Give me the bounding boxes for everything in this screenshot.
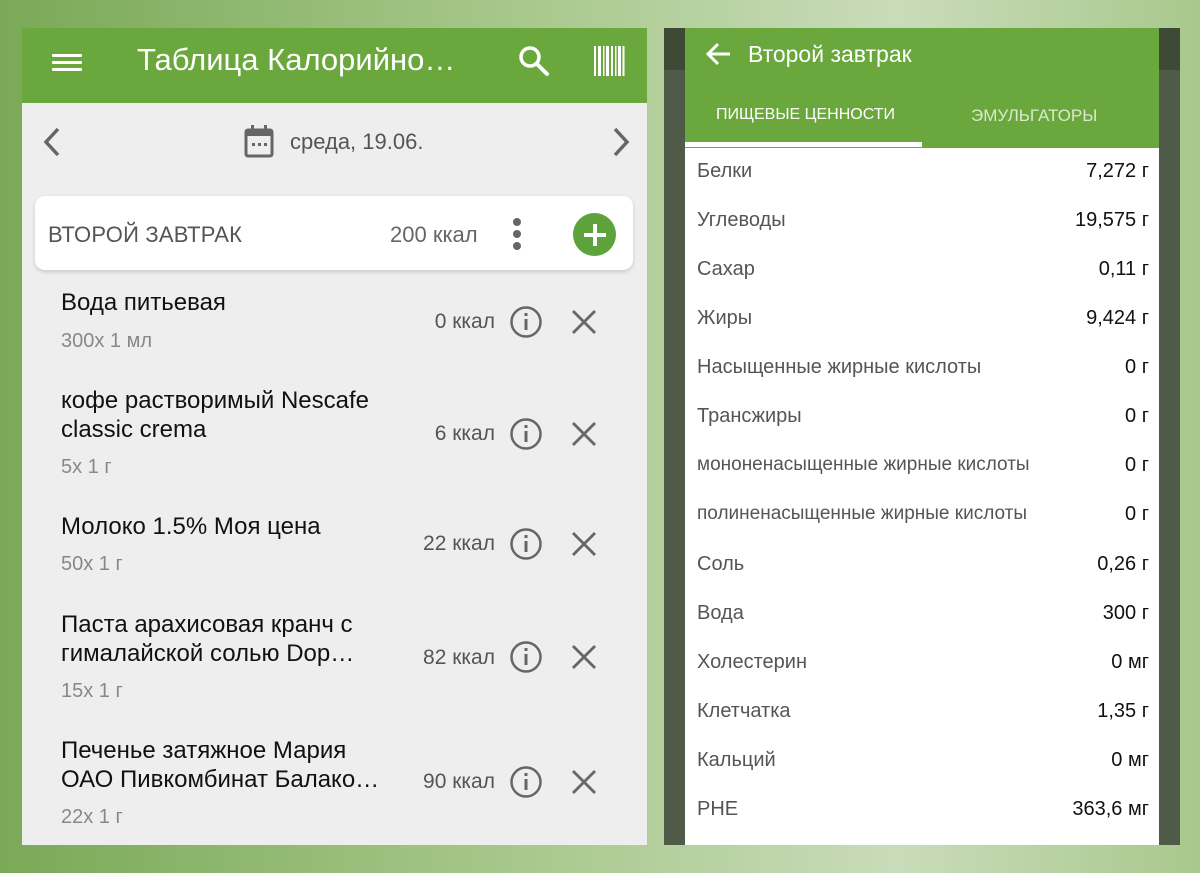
info-icon[interactable] (509, 305, 543, 339)
food-kcal: 0 ккал (434, 310, 495, 333)
food-kcal: 22 ккал (423, 532, 495, 555)
nutrient-row: Сахар 0,11 г (685, 250, 1159, 290)
nutrient-label: Холестерин (697, 651, 807, 673)
diary-screen: Таблица Калорийно… среда, 19.06. ВТОРОЙ … (22, 28, 647, 845)
nutrient-row: Холестерин 0 мг (685, 643, 1159, 683)
nutrient-label: Белки (697, 160, 753, 182)
delete-icon[interactable] (569, 307, 599, 337)
info-icon[interactable] (509, 765, 543, 799)
barcode-icon[interactable] (593, 44, 625, 78)
food-portion: 22x 1 г (61, 806, 123, 828)
food-portion: 15x 1 г (61, 680, 123, 702)
nutrient-row: полиненасыщенные жирные кислоты 0 г (685, 495, 1159, 535)
food-name: Печенье затяжное Мария ОАО Пивкомбинат Б… (61, 737, 380, 793)
meal-name: ВТОРОЙ ЗАВТРАК (48, 222, 243, 247)
tab-nutrition[interactable]: ПИЩЕВЫЕ ЦЕННОСТИ (716, 106, 895, 124)
nutrient-row: Углеводы 19,575 г (685, 201, 1159, 241)
food-kcal: 6 ккал (434, 422, 495, 445)
nutrient-row: Кальций 0 мг (685, 741, 1159, 781)
date-navigator: среда, 19.06. (22, 103, 647, 181)
nutrient-row: Белки 7,272 г (685, 152, 1159, 192)
nutrient-value: 0 мг (1111, 651, 1149, 673)
food-name: Молоко 1.5% Моя цена (61, 513, 321, 540)
nutrient-label: Углеводы (697, 209, 786, 231)
nutrient-label: Насыщенные жирные кислоты (697, 356, 982, 378)
menu-icon[interactable] (52, 50, 82, 80)
chevron-left-icon[interactable] (38, 125, 66, 159)
nutrient-row: Вода 300 г (685, 594, 1159, 634)
nutrient-row: Соль 0,26 г (685, 545, 1159, 585)
current-date[interactable]: среда, 19.06. (290, 129, 423, 155)
nutrient-value: 0,26 г (1097, 553, 1149, 575)
nutrient-value: 0 г (1125, 356, 1149, 378)
nutrient-row: мононенасыщенные жирные кислоты 0 г (685, 446, 1159, 486)
meal-kcal: 200 ккал (390, 222, 478, 247)
nutrient-label: Жиры (697, 307, 753, 329)
tab-indicator (685, 142, 922, 147)
meal-card[interactable]: ВТОРОЙ ЗАВТРАК 200 ккал (35, 196, 633, 270)
tab-emulsifiers[interactable]: ЭМУЛЬГАТОРЫ (971, 106, 1097, 126)
app-toolbar: Таблица Калорийно… (22, 28, 647, 103)
info-icon[interactable] (509, 527, 543, 561)
nutrient-row: Трансжиры 0 г (685, 397, 1159, 437)
nutrient-label: Клетчатка (697, 700, 791, 722)
arrow-back-icon[interactable] (705, 40, 733, 68)
food-kcal: 90 ккал (423, 770, 495, 793)
nutrient-value: 0 г (1125, 454, 1149, 476)
nutrient-label: Соль (697, 553, 745, 575)
calendar-icon[interactable] (244, 124, 274, 158)
nutrient-value: 0 мг (1111, 749, 1149, 771)
more-vert-icon[interactable] (513, 214, 521, 254)
delete-icon[interactable] (569, 642, 599, 672)
nutrient-value: 9,424 г (1086, 307, 1149, 329)
food-name: Паста арахисовая кранч с гималайской сол… (61, 611, 355, 667)
food-name: Вода питьевая (61, 289, 226, 316)
nutrient-label: Кальций (697, 749, 776, 771)
delete-icon[interactable] (569, 529, 599, 559)
chevron-right-icon[interactable] (607, 125, 635, 159)
nutrient-value: 7,272 г (1086, 160, 1149, 182)
nutrient-value: 0 г (1125, 405, 1149, 427)
nutrient-row: Насыщенные жирные кислоты 0 г (685, 348, 1159, 388)
nutrient-row: PHE 363,6 мг (685, 790, 1159, 830)
food-portion: 5x 1 г (61, 456, 112, 478)
nutrient-label: Сахар (697, 258, 755, 280)
add-food-button[interactable] (573, 213, 616, 256)
nutrient-label: Вода (697, 602, 744, 624)
dialog-toolbar: Второй завтрак ПИЩЕВЫЕ ЦЕННОСТИ ЭМУЛЬГАТ… (685, 28, 1159, 148)
nutrient-label: мононенасыщенные жирные кислоты (697, 454, 1030, 475)
info-icon[interactable] (509, 417, 543, 451)
nutrient-value: 0,11 г (1098, 258, 1149, 280)
nutrition-dialog: Второй завтрак ПИЩЕВЫЕ ЦЕННОСТИ ЭМУЛЬГАТ… (685, 28, 1159, 845)
nutrient-value: 1,35 г (1097, 700, 1149, 722)
nutrient-label: полиненасыщенные жирные кислоты (697, 503, 1028, 524)
nutrient-value: 363,6 мг (1072, 798, 1149, 820)
nutrient-row: Клетчатка 1,35 г (685, 692, 1159, 732)
dialog-title: Второй завтрак (748, 41, 912, 67)
app-title: Таблица Калорийно… (137, 42, 456, 77)
delete-icon[interactable] (569, 767, 599, 797)
food-name: кофе растворимый Nescafe classic crema (61, 387, 370, 443)
delete-icon[interactable] (569, 419, 599, 449)
nutrient-row: Жиры 9,424 г (685, 299, 1159, 339)
nutrient-label: PHE (697, 798, 739, 820)
info-icon[interactable] (509, 640, 543, 674)
nutrient-value: 19,575 г (1074, 209, 1149, 231)
nutrient-value: 0 г (1125, 503, 1149, 525)
food-kcal: 82 ккал (423, 646, 495, 669)
food-portion: 300x 1 мл (61, 330, 153, 352)
food-portion: 50x 1 г (61, 553, 123, 575)
nutrient-value: 300 г (1102, 602, 1149, 624)
nutrient-label: Трансжиры (697, 405, 802, 427)
search-icon[interactable] (517, 44, 551, 78)
